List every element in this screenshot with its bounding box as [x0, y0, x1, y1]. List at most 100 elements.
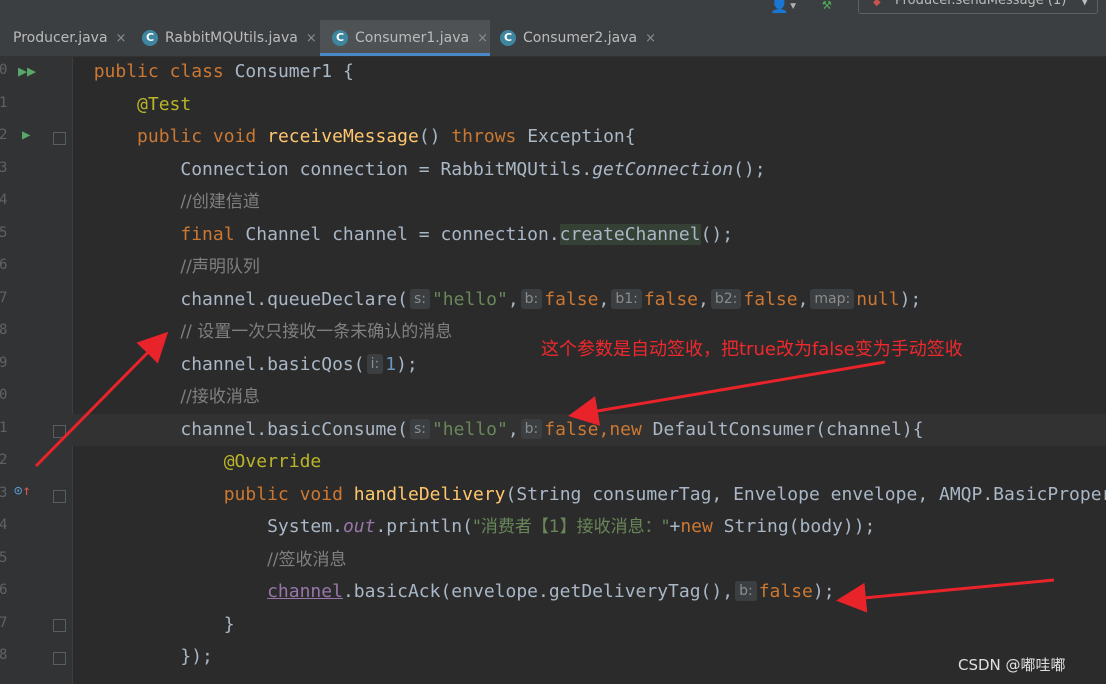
code-line: Connection connection = RabbitMQUtils.ge…: [180, 159, 766, 180]
keyword: new: [609, 419, 642, 440]
close-icon[interactable]: ×: [306, 31, 317, 46]
line-number: 6: [0, 582, 8, 598]
line-number: 0: [0, 62, 8, 78]
parameter-hint: i:: [366, 354, 384, 374]
close-icon[interactable]: ×: [477, 31, 488, 46]
code-line: @Override: [72, 446, 322, 478]
annotation: @Override: [223, 451, 322, 472]
fold-marker-icon[interactable]: [53, 619, 66, 632]
top-toolbar: 👤▾ ⚒ ◆ Producer.sendMessage (1) ▼: [0, 0, 1106, 20]
build-hammer-icon[interactable]: ⚒: [822, 0, 832, 13]
line-number: 9: [0, 355, 8, 371]
line-number: 2: [0, 452, 8, 468]
run-all-tests-icon[interactable]: ▶▶: [18, 62, 36, 80]
code-line: //创建信道: [72, 186, 260, 218]
parameter-hint: b1:: [611, 289, 642, 309]
line-number: 3: [0, 485, 8, 501]
parameter-hint: s:: [409, 289, 430, 309]
line-number: 1: [0, 95, 8, 111]
line-number: 3: [0, 160, 8, 176]
number-literal: 1: [385, 354, 397, 375]
parameter-hint: b:: [735, 581, 757, 601]
close-icon[interactable]: ×: [645, 31, 656, 46]
code-comment: //接收消息: [180, 387, 260, 407]
line-number: 5: [0, 550, 8, 566]
code-text: .basicAck(envelope.getDeliveryTag(),: [342, 581, 734, 602]
tab-rabbitmqutils[interactable]: C RabbitMQUtils.java ×: [132, 20, 320, 56]
tab-label: Consumer1.java: [355, 30, 470, 46]
tab-producer[interactable]: Producer.java ×: [0, 20, 132, 56]
string-literal: "hello": [431, 289, 508, 310]
code-text: }: [223, 614, 235, 635]
annotation-note: 这个参数是自动签收，把true改为false变为手动签收: [541, 339, 963, 360]
line-number: 6: [0, 257, 8, 273]
java-class-icon: C: [332, 30, 348, 46]
code-line: //签收消息: [72, 544, 347, 576]
fold-marker-icon[interactable]: [53, 132, 66, 145]
code-text: String(body));: [712, 516, 876, 537]
code-line: //声明队列: [72, 251, 260, 283]
code-line: }: [72, 609, 235, 641]
fold-marker-icon[interactable]: [53, 425, 66, 438]
keyword: public: [137, 126, 203, 147]
captured-variable: channel: [267, 581, 343, 602]
code-comment: //签收消息: [267, 550, 347, 570]
arrow-to-autoack-param: [568, 360, 886, 426]
tab-consumer1[interactable]: C Consumer1.java ×: [320, 20, 490, 56]
code-line: channel.basicQos(i: 1);: [180, 354, 418, 375]
parameter-hint: s:: [409, 419, 430, 439]
keyword: public: [223, 484, 289, 505]
tab-label: Producer.java: [13, 30, 108, 46]
method-name: handleDelivery: [353, 484, 506, 505]
editor-gutter: [0, 57, 72, 684]
keyword: public: [93, 61, 159, 82]
parameter-hint: b:: [520, 419, 543, 439]
keyword: false: [544, 419, 599, 440]
tab-consumer2[interactable]: C Consumer2.java ×: [490, 20, 660, 56]
run-config-label: Producer.sendMessage (1): [895, 0, 1067, 8]
keyword: void: [212, 126, 257, 147]
code-comment: //创建信道: [180, 192, 260, 212]
line-number: 8: [0, 647, 8, 663]
chevron-down-icon: ▼: [1080, 0, 1089, 7]
code-line: System.out.println("消费者【1】接收消息："+new Str…: [267, 516, 876, 537]
parameter-hint: b2:: [710, 289, 742, 309]
code-comment: // 设置一次只接收一条未确认的消息: [180, 322, 453, 342]
code-text: channel.basicQos(: [180, 354, 365, 375]
run-test-icon[interactable]: ▶: [22, 127, 30, 143]
run-configuration-dropdown[interactable]: ◆ Producer.sendMessage (1) ▼: [858, 0, 1098, 14]
method-name: receiveMessage: [267, 126, 419, 147]
java-class-icon: C: [500, 30, 516, 46]
line-number: 7: [0, 615, 8, 631]
arrow-to-basicack: [836, 578, 1055, 613]
code-line: public void handleDelivery(String consum…: [72, 479, 1106, 511]
fold-marker-icon[interactable]: [53, 652, 66, 665]
code-text: channel.queueDeclare(: [180, 289, 408, 310]
code-line: // 设置一次只接收一条未确认的消息: [72, 316, 452, 348]
code-line: channel.basicAck(envelope.getDeliveryTag…: [267, 581, 835, 602]
line-number: 4: [0, 517, 8, 533]
parameter-hint: b:: [520, 289, 543, 309]
keyword: false: [544, 289, 599, 310]
code-line: });: [72, 641, 213, 673]
code-line-current: channel.basicConsume(s: "hello", b: false,n…: [72, 414, 1106, 446]
code-comment: //声明队列: [180, 257, 260, 277]
parameter-hint: map:: [810, 289, 855, 309]
keyword: false: [758, 581, 813, 602]
override-marker-icon[interactable]: ⊙↑: [14, 483, 31, 499]
line-number: 5: [0, 225, 8, 241]
keyword: class: [169, 61, 224, 82]
java-class-icon: C: [142, 30, 158, 46]
user-icon[interactable]: 👤▾: [770, 0, 798, 14]
fold-marker-icon[interactable]: [53, 490, 66, 503]
close-icon[interactable]: ×: [116, 31, 127, 46]
code-text: .println(: [375, 516, 473, 537]
code-line: @Test: [72, 89, 191, 121]
line-number: 0: [0, 387, 8, 403]
highlighted-method-call: createChannel: [559, 224, 701, 245]
watermark: CSDN @嘟哇嘟: [958, 656, 1066, 674]
keyword: false: [743, 289, 798, 310]
code-line: final Channel channel = connection.creat…: [180, 224, 734, 245]
code-text: (String consumerTag, Envelope envelope, …: [505, 484, 1106, 505]
static-field: out: [342, 516, 376, 537]
